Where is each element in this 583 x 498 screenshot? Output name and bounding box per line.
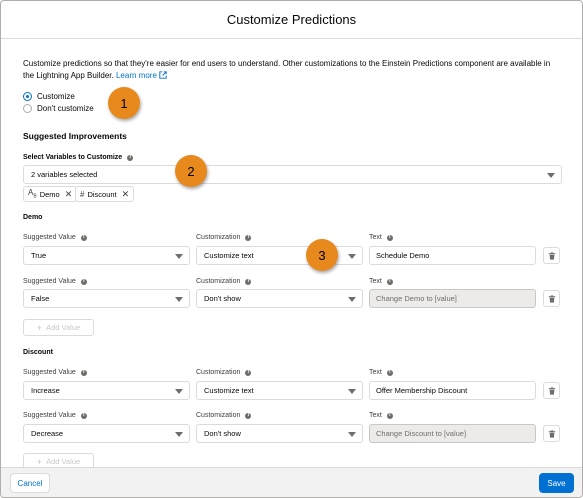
- info-icon[interactable]: [386, 369, 393, 376]
- callout-badge: 3: [306, 239, 338, 271]
- select-variables-label: Select Variables to Customize: [23, 154, 134, 161]
- info-icon[interactable]: [245, 234, 252, 241]
- plus-icon: +: [36, 322, 43, 333]
- label-customization: Customization: [196, 412, 252, 419]
- modal-title: Customize Predictions: [226, 12, 357, 27]
- chevron-down-icon: [175, 254, 183, 259]
- intro-text: Customize predictions so that they're ea…: [23, 59, 551, 80]
- label-suggested-value: Suggested Value: [23, 234, 87, 241]
- remove-pill-demo-icon[interactable]: ✕: [65, 189, 73, 200]
- callout-badge: 2: [175, 155, 207, 187]
- label-customization: Customization: [196, 369, 252, 376]
- info-icon[interactable]: [127, 154, 134, 161]
- chevron-down-icon: [348, 432, 356, 437]
- info-icon[interactable]: [386, 278, 393, 285]
- info-icon[interactable]: [245, 369, 252, 376]
- customization-select[interactable]: Don't show: [196, 424, 363, 443]
- label-text: Text: [369, 369, 393, 376]
- section-demo-title: Demo: [23, 214, 43, 221]
- customization-select[interactable]: Don't show: [196, 289, 363, 308]
- info-icon[interactable]: [80, 369, 87, 376]
- modal-body: Customize predictions so that they're ea…: [1, 39, 582, 467]
- label-suggested-value: Suggested Value: [23, 369, 87, 376]
- pill-demo: AB Demo ✕: [23, 186, 78, 202]
- trash-icon: [548, 429, 555, 438]
- label-customization: Customization: [196, 234, 252, 241]
- pill-discount: # Discount ✕: [75, 186, 135, 202]
- variables-select[interactable]: 2 variables selected: [23, 165, 562, 184]
- delete-row-button[interactable]: [543, 382, 560, 399]
- text-input[interactable]: Offer Membership Discount: [369, 381, 536, 400]
- callout-badge: 1: [108, 87, 140, 119]
- info-icon[interactable]: [386, 412, 393, 419]
- chevron-down-icon: [175, 297, 183, 302]
- save-button[interactable]: Save: [539, 473, 574, 493]
- external-link-icon: [159, 71, 167, 79]
- customize-predictions-modal: Customize Predictions Customize predicti…: [0, 0, 583, 498]
- text-input-disabled: Change Demo to [value]: [369, 289, 536, 308]
- radio-customize[interactable]: Customize: [23, 92, 75, 101]
- info-icon[interactable]: [80, 278, 87, 285]
- label-customization: Customization: [196, 278, 252, 285]
- trash-icon: [548, 294, 555, 303]
- add-value-button[interactable]: + Add Value: [23, 319, 94, 336]
- info-icon[interactable]: [386, 234, 393, 241]
- info-icon[interactable]: [245, 278, 252, 285]
- plus-icon: +: [36, 456, 43, 467]
- section-discount-title: Discount: [23, 349, 53, 356]
- label-text: Text: [369, 234, 393, 241]
- suggested-value-select[interactable]: Increase: [23, 381, 190, 400]
- chevron-down-icon: [175, 389, 183, 394]
- trash-icon: [548, 386, 555, 395]
- learn-more-link[interactable]: Learn more: [116, 71, 167, 80]
- chevron-down-icon: [348, 297, 356, 302]
- suggested-improvements-title: Suggested Improvements: [23, 131, 127, 141]
- add-value-button[interactable]: + Add Value: [23, 453, 94, 467]
- chevron-down-icon: [348, 254, 356, 259]
- info-icon[interactable]: [245, 412, 252, 419]
- cancel-button[interactable]: Cancel: [10, 473, 50, 493]
- delete-row-button[interactable]: [543, 425, 560, 442]
- delete-row-button[interactable]: [543, 247, 560, 264]
- remove-pill-discount-icon[interactable]: ✕: [122, 189, 130, 200]
- info-icon[interactable]: [80, 412, 87, 419]
- label-suggested-value: Suggested Value: [23, 278, 87, 285]
- radio-dont-customize-label: Don't customize: [37, 104, 94, 113]
- radio-button-unchecked[interactable]: [23, 104, 32, 113]
- radio-button-checked[interactable]: [23, 92, 32, 101]
- intro-paragraph: Customize predictions so that they're ea…: [23, 58, 563, 82]
- delete-row-button[interactable]: [543, 290, 560, 307]
- suggested-value-select[interactable]: False: [23, 289, 190, 308]
- info-icon[interactable]: [80, 234, 87, 241]
- text-type-icon: AB: [28, 188, 37, 200]
- radio-customize-label: Customize: [37, 92, 75, 101]
- modal-header: Customize Predictions: [1, 1, 582, 39]
- text-input-disabled: Change Discount to [value]: [369, 424, 536, 443]
- number-type-icon: #: [80, 189, 85, 199]
- chevron-down-icon: [547, 173, 555, 178]
- label-text: Text: [369, 412, 393, 419]
- suggested-value-select[interactable]: True: [23, 246, 190, 265]
- label-text: Text: [369, 278, 393, 285]
- label-suggested-value: Suggested Value: [23, 412, 87, 419]
- chevron-down-icon: [175, 432, 183, 437]
- radio-dont-customize[interactable]: Don't customize: [23, 104, 94, 113]
- text-input[interactable]: Schedule Demo: [369, 246, 536, 265]
- trash-icon: [548, 251, 555, 260]
- suggested-value-select[interactable]: Decrease: [23, 424, 190, 443]
- customization-select[interactable]: Customize text: [196, 381, 363, 400]
- chevron-down-icon: [348, 389, 356, 394]
- modal-footer: Cancel Save: [1, 467, 582, 497]
